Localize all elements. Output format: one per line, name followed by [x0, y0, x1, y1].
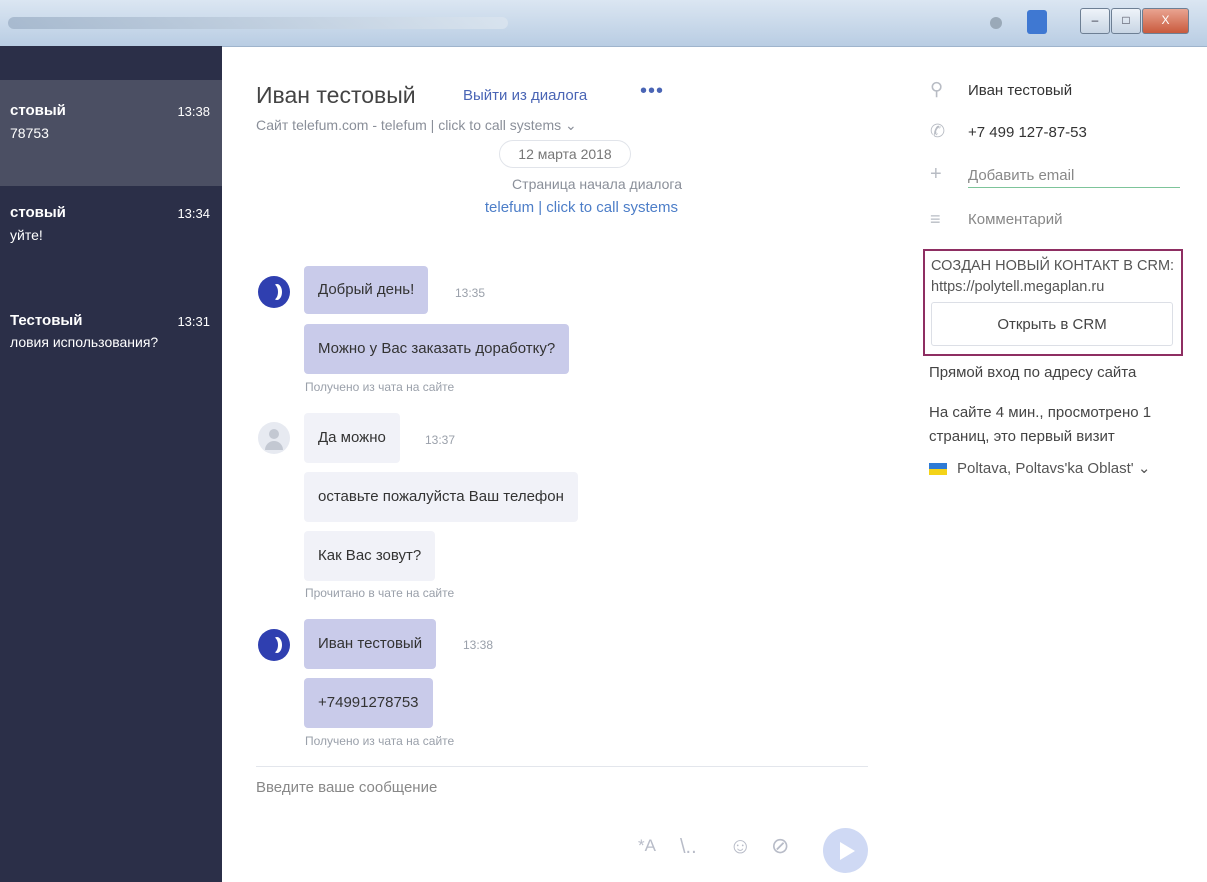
- attach-icon[interactable]: ⊘: [771, 833, 789, 859]
- plus-icon: +: [930, 163, 942, 185]
- maximize-button[interactable]: □: [1111, 8, 1141, 34]
- user-avatar-icon: [258, 422, 290, 454]
- chevron-down-icon: ⌄: [1137, 460, 1151, 477]
- message-bubble: оставьте пожалуйста Ваш телефон: [304, 472, 578, 522]
- message-status: Получено из чата на сайте: [305, 380, 455, 394]
- start-page-link[interactable]: telefum | click to call systems: [422, 199, 678, 216]
- message-time: 13:38: [463, 638, 494, 652]
- more-icon[interactable]: •••: [640, 80, 664, 103]
- location-label: Poltava, Poltavs'ka Oblast': [957, 460, 1134, 477]
- blurred-address: [8, 17, 508, 29]
- minimize-button[interactable]: –: [1080, 8, 1110, 34]
- site-selector[interactable]: Сайт telefum.com - telefum | click to ca…: [256, 117, 577, 134]
- comment-field[interactable]: Комментарий: [968, 211, 1062, 228]
- chevron-down-icon: ⌄: [565, 117, 577, 133]
- app-icon: [1027, 10, 1047, 34]
- ukraine-flag-icon: [929, 463, 947, 475]
- crm-notice-text: СОЗДАН НОВЫЙ КОНТАКТ В CRM: https://poly…: [931, 258, 1175, 295]
- conversation-name: стовый: [10, 102, 66, 119]
- phone-icon: ✆: [930, 121, 946, 141]
- message-status: Получено из чата на сайте: [305, 734, 455, 748]
- visit-info: На сайте 4 мин., просмотрено 1 страниц, …: [929, 404, 1152, 445]
- add-email-field[interactable]: Добавить email: [968, 167, 1074, 184]
- email-underline: [968, 187, 1180, 188]
- composer-divider: [256, 766, 868, 767]
- chat-panel: Иван тестовый Выйти из диалога ••• Сайт …: [222, 46, 902, 882]
- conversation-preview: ловия использования?: [10, 334, 159, 350]
- window-titlebar: – □ X: [0, 0, 1207, 47]
- exit-dialog-link[interactable]: Выйти из диалога: [463, 87, 587, 104]
- entry-info: Прямой вход по адресу сайта: [929, 364, 1137, 381]
- location-selector[interactable]: Poltava, Poltavs'ka Oblast' ⌄: [957, 457, 1150, 481]
- message-bubble: Можно у Вас заказать доработку?: [304, 324, 570, 374]
- operator-avatar-icon: [258, 629, 290, 661]
- conversation-time: 13:38: [177, 104, 210, 119]
- conversation-name: Тестовый: [10, 312, 83, 329]
- message-bubble: +74991278753: [304, 678, 433, 728]
- comment-icon: ≡: [930, 209, 941, 229]
- conversation-preview: уйте!: [10, 227, 43, 243]
- conversation-item[interactable]: стовый 13:34 уйте!: [0, 186, 222, 292]
- conversation-list: стовый 13:38 78753 стовый 13:34 уйте! Те…: [0, 46, 222, 882]
- crm-notice-box: СОЗДАН НОВЫЙ КОНТАКТ В CRM: https://poly…: [923, 249, 1183, 356]
- message-input[interactable]: Введите ваше сообщение: [256, 779, 437, 796]
- message-bubble: Добрый день!: [304, 266, 429, 314]
- start-page-label: Страница начала диалога: [512, 176, 682, 192]
- open-crm-button[interactable]: Открыть в CRM: [931, 302, 1173, 346]
- emoji-icon[interactable]: ☺: [729, 833, 751, 859]
- dialog-title: Иван тестовый: [256, 82, 416, 108]
- translate-icon[interactable]: *A: [638, 836, 656, 856]
- conversation-item[interactable]: Тестовый 13:31 ловия использования?: [0, 292, 222, 398]
- date-separator: 12 марта 2018: [499, 140, 631, 168]
- operator-avatar-icon: [258, 276, 290, 308]
- contact-name: Иван тестовый: [968, 82, 1073, 99]
- contact-panel: ⚲ Иван тестовый ✆ +7 499 127-87-53 + Доб…: [902, 46, 1207, 882]
- browser-icon: [990, 17, 1002, 29]
- person-icon: ⚲: [930, 79, 944, 99]
- message-bubble: Иван тестовый: [304, 619, 437, 669]
- conversation-time: 13:34: [177, 206, 210, 221]
- send-button[interactable]: [823, 828, 868, 873]
- close-button[interactable]: X: [1142, 8, 1189, 34]
- conversation-time: 13:31: [177, 314, 210, 329]
- message-bubble: Да можно: [304, 413, 400, 463]
- message-status: Прочитано в чате на сайте: [305, 586, 455, 600]
- site-label: Сайт telefum.com - telefum | click to ca…: [256, 117, 562, 133]
- conversation-item[interactable]: стовый 13:38 78753: [0, 80, 222, 186]
- message-bubble: Как Вас зовут?: [304, 531, 436, 581]
- conversation-preview: 78753: [10, 125, 49, 141]
- contact-phone: +7 499 127-87-53: [968, 124, 1087, 141]
- conversation-name: стовый: [10, 204, 66, 221]
- template-icon[interactable]: \..: [680, 836, 697, 859]
- message-time: 13:35: [455, 286, 486, 300]
- message-time: 13:37: [425, 433, 456, 447]
